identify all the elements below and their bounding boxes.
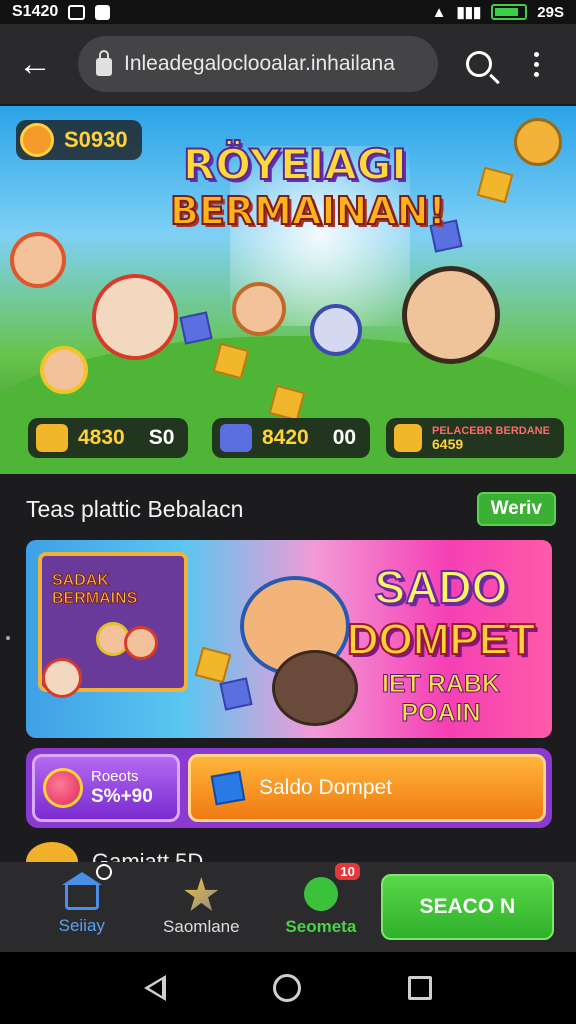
promo-title: SADO DOMPET IET RABK POAIN — [346, 560, 536, 728]
gem-icon — [220, 424, 252, 452]
nav-item-games[interactable]: Saomlane — [142, 877, 262, 937]
character-mouse — [92, 274, 178, 360]
saldo-dompet-button[interactable]: Saldo Dompet — [188, 754, 546, 822]
nav-wallet-label: Seometa — [285, 917, 357, 936]
coin-balance: S0930 — [64, 127, 128, 152]
heart-icon — [43, 768, 83, 808]
status-time: S1420 — [12, 3, 59, 20]
section-title: Teas plattic Bebalacn — [26, 495, 244, 522]
system-home-icon[interactable] — [272, 974, 301, 1002]
page-indicator-dot — [6, 636, 10, 640]
character-small — [40, 346, 88, 394]
search-icon[interactable] — [466, 51, 492, 77]
stat-gem-sub: 00 — [332, 426, 357, 449]
gem-block — [219, 677, 253, 711]
nav-item-wallet[interactable]: 10 Seometa — [261, 863, 381, 937]
hero-title-line1: RÖYEIAGI — [182, 139, 408, 190]
rewards-label: Roeots — [91, 768, 139, 785]
chest-icon — [394, 424, 422, 452]
avatar — [20, 123, 54, 157]
stat-chest-text: PELACEBR BERDANE 6459 — [432, 425, 550, 451]
rewards-value: S%+90 — [91, 786, 153, 807]
gold-block — [194, 646, 232, 684]
stat-pill-gem[interactable]: 8420 00 — [212, 418, 371, 458]
character-girl — [10, 232, 66, 288]
character-hero — [402, 266, 500, 364]
battery-text: 29S — [537, 3, 564, 21]
back-arrow-icon[interactable]: ← — [18, 45, 58, 84]
stat-gold-value: 4830 — [78, 426, 125, 449]
character-kid — [232, 282, 286, 336]
hero-title: RÖYEIAGI BERMAINAN! — [169, 139, 447, 234]
promo-title-line1: SADO — [374, 560, 509, 614]
wifi-icon: ▲ — [431, 3, 447, 21]
view-button[interactable]: Weriv — [476, 492, 556, 526]
coin-balance-pill[interactable]: S0930 — [16, 120, 142, 160]
battery-icon — [491, 4, 528, 20]
board-line1: SADAK — [51, 572, 109, 590]
url-text: Inleadegaloclooalar.inhailana — [124, 52, 395, 75]
character-kid-promo — [124, 626, 158, 660]
saldo-dompet-label: Saldo Dompet — [259, 776, 393, 799]
promo-banner[interactable]: SADAK BERMAINS SADO DOMPET IET RABK POAI… — [26, 540, 552, 738]
search-cta-button[interactable]: SEACO N — [380, 874, 554, 940]
browser-toolbar: ← Inleadegaloclooalar.inhailana — [0, 24, 576, 104]
status-bar: S1420 ▲ ▮▮▮ 29S — [0, 0, 576, 24]
cube-icon — [210, 770, 246, 806]
rewards-box[interactable]: Roeots S%+90 — [32, 754, 180, 822]
character-blue — [310, 304, 362, 356]
system-back-icon[interactable] — [143, 975, 166, 1001]
nav-home-label: Seiiay — [58, 916, 105, 935]
notification-icon — [68, 4, 86, 20]
promo-title-line3: IET RABK POAIN — [381, 670, 501, 728]
stat-gem-value: 8420 — [262, 426, 309, 449]
signal-icon: ▮▮▮ — [456, 4, 482, 21]
lock-icon — [96, 50, 112, 76]
wallet-row: Roeots S%+90 Saldo Dompet — [26, 748, 552, 828]
star-icon — [184, 877, 219, 911]
home-dot-indicator — [95, 864, 112, 880]
stat-gold-sub: S0 — [148, 426, 175, 449]
hero-title-line2: BERMAINAN! — [169, 188, 447, 234]
app-notification-icon — [95, 4, 111, 20]
gem-block — [179, 311, 213, 345]
trophy-badge-icon[interactable] — [514, 118, 562, 166]
notification-badge: 10 — [335, 863, 360, 880]
wallet-icon: 10 — [303, 863, 360, 911]
promo-title-line2: DOMPET — [346, 614, 536, 665]
nav-item-home[interactable]: Seiiay — [22, 864, 142, 936]
bottom-navigation: Seiiay Saomlane 10 Seometa SEACO N — [0, 862, 576, 952]
stat-pill-chest[interactable]: PELACEBR BERDANE 6459 — [386, 418, 564, 458]
section-header: Teas plattic Bebalacn Weriv — [26, 492, 556, 526]
system-recents-icon[interactable] — [408, 976, 433, 1000]
system-navigation-bar — [0, 952, 576, 1024]
board-line2: BERMAINS — [51, 590, 138, 608]
more-menu-icon[interactable] — [534, 51, 539, 77]
home-icon — [61, 864, 112, 910]
nav-games-label: Saomlane — [163, 917, 240, 936]
stat-chest-value: 6459 — [432, 436, 464, 452]
character-mouse-promo — [42, 658, 82, 698]
address-bar[interactable]: Inleadegaloclooalar.inhailana — [78, 36, 438, 92]
gold-block — [476, 166, 514, 204]
gold-coins-icon — [36, 424, 68, 452]
stat-pill-gold[interactable]: 4830 S0 — [28, 418, 189, 458]
